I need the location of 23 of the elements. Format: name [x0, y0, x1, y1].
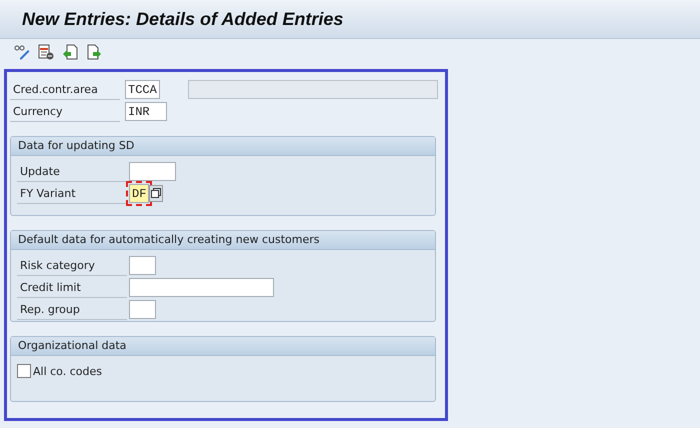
- previous-page-icon[interactable]: [62, 44, 78, 60]
- field-label: Update: [17, 160, 127, 182]
- checkbox-label: All co. codes: [33, 364, 102, 378]
- delete-row-icon[interactable]: [38, 44, 54, 60]
- group-title: Default data for automatically creating new customers: [11, 231, 435, 250]
- next-page-icon[interactable]: [86, 44, 102, 60]
- window-title: New Entries: Details of Added Entries: [22, 8, 344, 30]
- field-label: Cred.contr.area: [10, 78, 120, 100]
- field-label: Currency: [10, 100, 120, 122]
- checkbox[interactable]: [17, 364, 31, 378]
- input-field[interactable]: [129, 162, 176, 180]
- input-field[interactable]: [129, 300, 156, 318]
- input-field[interactable]: [129, 278, 274, 296]
- input-field[interactable]: [129, 256, 156, 274]
- value-help-button[interactable]: [149, 184, 163, 202]
- field-label: Rep. group: [17, 298, 127, 320]
- group-title: Data for updating SD: [11, 137, 435, 156]
- input-field[interactable]: TCCA: [125, 80, 160, 98]
- group-title: Organizational data: [11, 337, 435, 356]
- field-label: Risk category: [17, 254, 127, 276]
- field-label: Credit limit: [17, 276, 127, 298]
- input-field[interactable]: INR: [125, 102, 167, 120]
- glasses-pencil-icon[interactable]: [14, 44, 30, 60]
